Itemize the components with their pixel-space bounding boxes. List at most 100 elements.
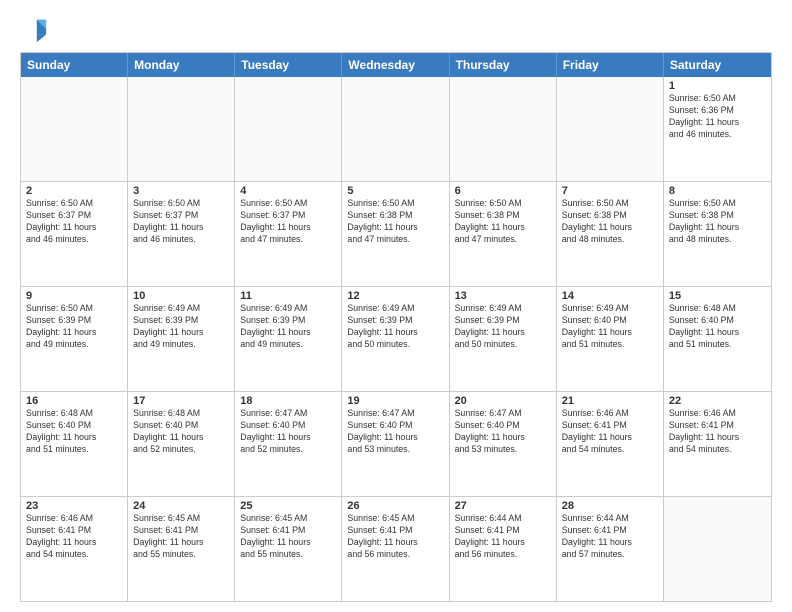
day-number: 22 (669, 395, 766, 407)
day-number: 12 (347, 290, 443, 302)
calendar-cell: 13Sunrise: 6:49 AM Sunset: 6:39 PM Dayli… (450, 287, 557, 391)
day-info: Sunrise: 6:48 AM Sunset: 6:40 PM Dayligh… (669, 303, 766, 351)
day-info: Sunrise: 6:49 AM Sunset: 6:39 PM Dayligh… (347, 303, 443, 351)
day-info: Sunrise: 6:50 AM Sunset: 6:37 PM Dayligh… (240, 198, 336, 246)
day-info: Sunrise: 6:46 AM Sunset: 6:41 PM Dayligh… (562, 408, 658, 456)
header-day-friday: Friday (557, 53, 664, 77)
day-info: Sunrise: 6:45 AM Sunset: 6:41 PM Dayligh… (240, 513, 336, 561)
calendar-cell: 12Sunrise: 6:49 AM Sunset: 6:39 PM Dayli… (342, 287, 449, 391)
day-number: 4 (240, 185, 336, 197)
day-info: Sunrise: 6:47 AM Sunset: 6:40 PM Dayligh… (240, 408, 336, 456)
calendar-cell: 6Sunrise: 6:50 AM Sunset: 6:38 PM Daylig… (450, 182, 557, 286)
day-info: Sunrise: 6:48 AM Sunset: 6:40 PM Dayligh… (133, 408, 229, 456)
calendar-cell: 24Sunrise: 6:45 AM Sunset: 6:41 PM Dayli… (128, 497, 235, 601)
calendar-cell: 9Sunrise: 6:50 AM Sunset: 6:39 PM Daylig… (21, 287, 128, 391)
calendar-cell (664, 497, 771, 601)
day-info: Sunrise: 6:49 AM Sunset: 6:39 PM Dayligh… (240, 303, 336, 351)
calendar-cell: 20Sunrise: 6:47 AM Sunset: 6:40 PM Dayli… (450, 392, 557, 496)
day-number: 6 (455, 185, 551, 197)
day-info: Sunrise: 6:50 AM Sunset: 6:38 PM Dayligh… (347, 198, 443, 246)
day-number: 11 (240, 290, 336, 302)
day-number: 16 (26, 395, 122, 407)
day-info: Sunrise: 6:45 AM Sunset: 6:41 PM Dayligh… (347, 513, 443, 561)
day-number: 5 (347, 185, 443, 197)
day-number: 10 (133, 290, 229, 302)
calendar-cell: 10Sunrise: 6:49 AM Sunset: 6:39 PM Dayli… (128, 287, 235, 391)
day-number: 9 (26, 290, 122, 302)
day-number: 25 (240, 500, 336, 512)
calendar-body: 1Sunrise: 6:50 AM Sunset: 6:36 PM Daylig… (21, 77, 771, 601)
day-number: 15 (669, 290, 766, 302)
day-number: 8 (669, 185, 766, 197)
calendar-cell: 25Sunrise: 6:45 AM Sunset: 6:41 PM Dayli… (235, 497, 342, 601)
logo (20, 16, 52, 44)
day-info: Sunrise: 6:50 AM Sunset: 6:37 PM Dayligh… (26, 198, 122, 246)
calendar-cell: 4Sunrise: 6:50 AM Sunset: 6:37 PM Daylig… (235, 182, 342, 286)
day-number: 23 (26, 500, 122, 512)
day-info: Sunrise: 6:44 AM Sunset: 6:41 PM Dayligh… (562, 513, 658, 561)
day-info: Sunrise: 6:47 AM Sunset: 6:40 PM Dayligh… (455, 408, 551, 456)
calendar-cell: 8Sunrise: 6:50 AM Sunset: 6:38 PM Daylig… (664, 182, 771, 286)
day-number: 19 (347, 395, 443, 407)
day-info: Sunrise: 6:49 AM Sunset: 6:40 PM Dayligh… (562, 303, 658, 351)
calendar-cell (342, 77, 449, 181)
day-info: Sunrise: 6:45 AM Sunset: 6:41 PM Dayligh… (133, 513, 229, 561)
day-number: 24 (133, 500, 229, 512)
header-day-tuesday: Tuesday (235, 53, 342, 77)
calendar-cell: 19Sunrise: 6:47 AM Sunset: 6:40 PM Dayli… (342, 392, 449, 496)
day-info: Sunrise: 6:50 AM Sunset: 6:36 PM Dayligh… (669, 93, 766, 141)
day-info: Sunrise: 6:46 AM Sunset: 6:41 PM Dayligh… (669, 408, 766, 456)
calendar-row-1: 1Sunrise: 6:50 AM Sunset: 6:36 PM Daylig… (21, 77, 771, 182)
calendar-row-3: 9Sunrise: 6:50 AM Sunset: 6:39 PM Daylig… (21, 287, 771, 392)
calendar-cell (128, 77, 235, 181)
day-number: 7 (562, 185, 658, 197)
header-day-saturday: Saturday (664, 53, 771, 77)
calendar-row-4: 16Sunrise: 6:48 AM Sunset: 6:40 PM Dayli… (21, 392, 771, 497)
day-info: Sunrise: 6:50 AM Sunset: 6:39 PM Dayligh… (26, 303, 122, 351)
day-info: Sunrise: 6:49 AM Sunset: 6:39 PM Dayligh… (133, 303, 229, 351)
calendar-cell (450, 77, 557, 181)
calendar-cell: 11Sunrise: 6:49 AM Sunset: 6:39 PM Dayli… (235, 287, 342, 391)
day-number: 20 (455, 395, 551, 407)
calendar-row-2: 2Sunrise: 6:50 AM Sunset: 6:37 PM Daylig… (21, 182, 771, 287)
calendar-cell: 1Sunrise: 6:50 AM Sunset: 6:36 PM Daylig… (664, 77, 771, 181)
day-number: 26 (347, 500, 443, 512)
day-number: 27 (455, 500, 551, 512)
header-day-wednesday: Wednesday (342, 53, 449, 77)
day-info: Sunrise: 6:50 AM Sunset: 6:38 PM Dayligh… (669, 198, 766, 246)
calendar-cell: 2Sunrise: 6:50 AM Sunset: 6:37 PM Daylig… (21, 182, 128, 286)
header-day-sunday: Sunday (21, 53, 128, 77)
calendar-cell: 28Sunrise: 6:44 AM Sunset: 6:41 PM Dayli… (557, 497, 664, 601)
day-info: Sunrise: 6:48 AM Sunset: 6:40 PM Dayligh… (26, 408, 122, 456)
day-number: 21 (562, 395, 658, 407)
calendar-cell (235, 77, 342, 181)
calendar-cell: 16Sunrise: 6:48 AM Sunset: 6:40 PM Dayli… (21, 392, 128, 496)
day-number: 28 (562, 500, 658, 512)
header-day-thursday: Thursday (450, 53, 557, 77)
calendar-cell: 26Sunrise: 6:45 AM Sunset: 6:41 PM Dayli… (342, 497, 449, 601)
calendar-cell: 7Sunrise: 6:50 AM Sunset: 6:38 PM Daylig… (557, 182, 664, 286)
calendar: SundayMondayTuesdayWednesdayThursdayFrid… (20, 52, 772, 602)
day-number: 17 (133, 395, 229, 407)
calendar-cell: 18Sunrise: 6:47 AM Sunset: 6:40 PM Dayli… (235, 392, 342, 496)
calendar-row-5: 23Sunrise: 6:46 AM Sunset: 6:41 PM Dayli… (21, 497, 771, 601)
calendar-cell: 5Sunrise: 6:50 AM Sunset: 6:38 PM Daylig… (342, 182, 449, 286)
day-number: 2 (26, 185, 122, 197)
header-day-monday: Monday (128, 53, 235, 77)
calendar-cell (21, 77, 128, 181)
day-number: 13 (455, 290, 551, 302)
calendar-cell: 21Sunrise: 6:46 AM Sunset: 6:41 PM Dayli… (557, 392, 664, 496)
calendar-cell: 27Sunrise: 6:44 AM Sunset: 6:41 PM Dayli… (450, 497, 557, 601)
calendar-cell: 3Sunrise: 6:50 AM Sunset: 6:37 PM Daylig… (128, 182, 235, 286)
day-info: Sunrise: 6:50 AM Sunset: 6:38 PM Dayligh… (562, 198, 658, 246)
calendar-header: SundayMondayTuesdayWednesdayThursdayFrid… (21, 53, 771, 77)
day-number: 1 (669, 80, 766, 92)
calendar-cell: 15Sunrise: 6:48 AM Sunset: 6:40 PM Dayli… (664, 287, 771, 391)
day-number: 3 (133, 185, 229, 197)
day-info: Sunrise: 6:50 AM Sunset: 6:37 PM Dayligh… (133, 198, 229, 246)
day-number: 18 (240, 395, 336, 407)
calendar-cell: 17Sunrise: 6:48 AM Sunset: 6:40 PM Dayli… (128, 392, 235, 496)
day-number: 14 (562, 290, 658, 302)
day-info: Sunrise: 6:49 AM Sunset: 6:39 PM Dayligh… (455, 303, 551, 351)
day-info: Sunrise: 6:50 AM Sunset: 6:38 PM Dayligh… (455, 198, 551, 246)
